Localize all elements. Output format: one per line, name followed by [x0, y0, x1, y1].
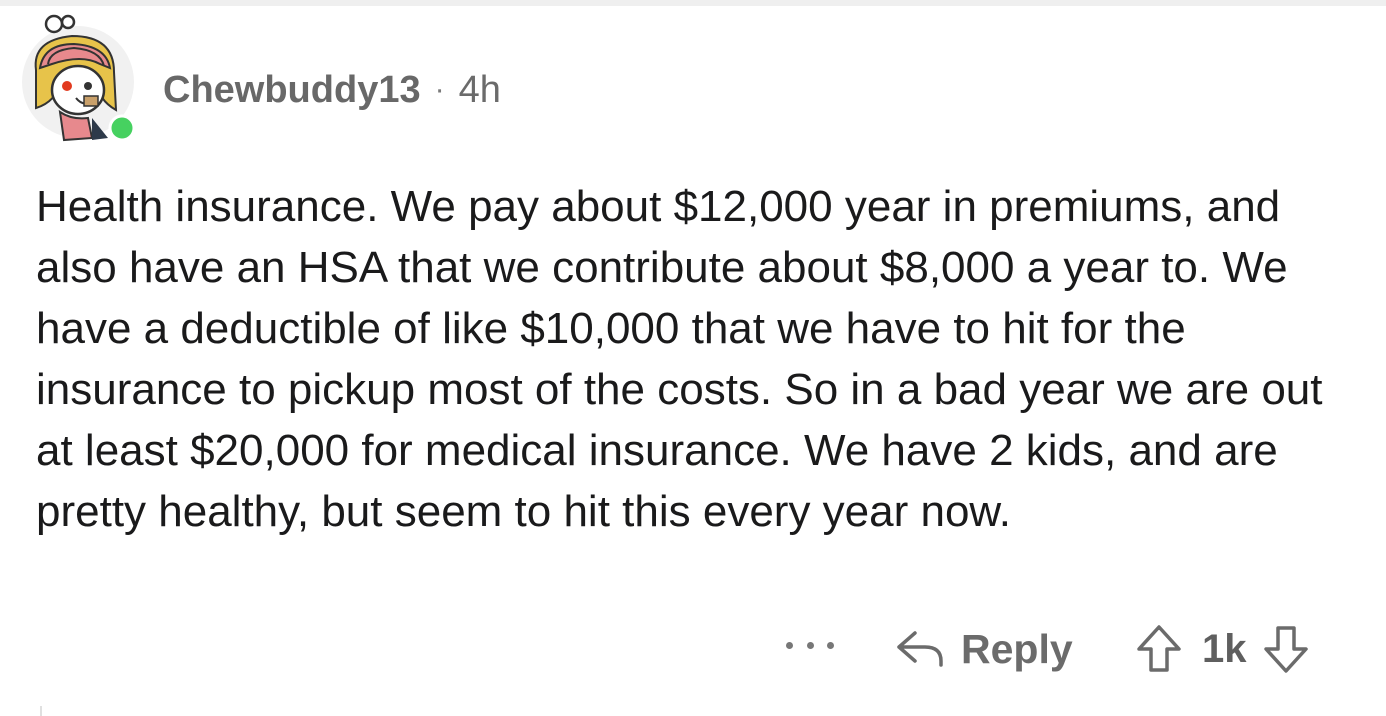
online-status-dot [108, 114, 136, 142]
vote-count: 1k [1202, 626, 1247, 671]
reply-button[interactable]: Reply [895, 622, 1073, 676]
comment-body: Health insurance. We pay about $12,000 y… [36, 182, 1323, 536]
comment-action-bar: Reply 1k [0, 618, 1386, 680]
comment-header: Chewbuddy13 · 4h [163, 66, 501, 114]
username-link[interactable]: Chewbuddy13 [163, 66, 421, 114]
reply-arrow-icon [897, 631, 943, 667]
downvote-button[interactable] [1263, 624, 1309, 674]
upvote-button[interactable] [1136, 624, 1182, 674]
more-dots-icon [786, 641, 793, 649]
meta-separator: · [434, 73, 445, 106]
snoo-avatar-icon [22, 14, 136, 142]
more-dot [806, 641, 814, 649]
downvote-arrow-icon [1263, 626, 1308, 673]
vote-controls: 1k [1136, 622, 1309, 676]
more-dot [827, 641, 834, 649]
comment-card: Chewbuddy13 · 4h Health insurance. We pa… [0, 0, 1386, 716]
more-options-button[interactable] [786, 630, 834, 660]
thread-line [40, 706, 42, 716]
top-divider [0, 0, 1386, 6]
reply-label: Reply [961, 625, 1073, 672]
comment-timestamp[interactable]: 4h [459, 66, 501, 114]
user-avatar[interactable] [22, 14, 140, 144]
upvote-arrow-icon [1137, 625, 1181, 672]
